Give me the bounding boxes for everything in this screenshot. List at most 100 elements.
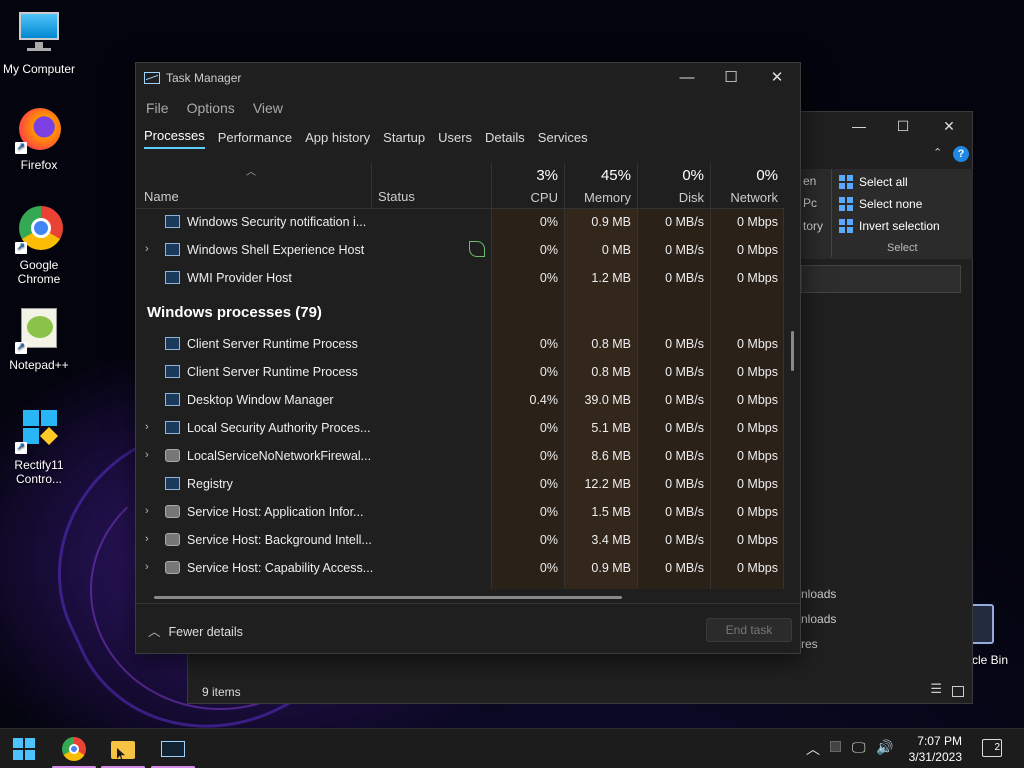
group-header-windows-processes[interactable]: Windows processes (79) [147,304,322,321]
tiles-view-icon[interactable] [952,686,964,697]
process-mem-value: 0.8 MB [591,365,631,379]
close-button[interactable]: ✕ [754,67,800,89]
column-disk[interactable]: 0% Disk [637,163,710,209]
table-row[interactable]: Client Server Runtime Process 0% 0.8 MB 0 M… [136,330,784,358]
service-gear-icon [165,449,180,462]
notification-center-icon[interactable]: 2 [982,739,1002,757]
table-row[interactable]: › Service Host: Capability Access... 0% 0.9… [136,554,784,582]
table-row[interactable]: WMI Provider Host 0% 1.2 MB 0 MB/s 0 Mbps [136,264,784,292]
chevron-right-icon[interactable]: › [145,449,149,461]
details-view-icon[interactable]: ☰ [930,681,942,697]
system-clock[interactable]: 7:07 PM 3/31/2023 [909,733,962,765]
table-row[interactable]: › Windows Shell Experience Host 0% 0 MB 0 MB… [136,236,784,264]
table-row[interactable]: Windows Security notification i... 0% 0.9 … [136,209,784,236]
minimize-button[interactable]: — [664,67,710,89]
nav-item[interactable]: nloads [801,582,836,607]
desktop-icon-notepadpp[interactable]: ↗ Notepad++ [1,306,77,372]
process-mem-value: 0.9 MB [591,561,631,575]
column-name[interactable]: Name [144,189,179,204]
chevron-right-icon[interactable]: › [145,421,149,433]
process-icon [165,365,180,378]
folder-icon [111,741,135,759]
taskbar-chrome[interactable] [62,737,86,761]
service-gear-icon [165,533,180,546]
chevron-right-icon[interactable]: › [145,533,149,545]
process-net-value: 0 Mbps [737,561,778,575]
network-icon[interactable]: 🖵 [852,739,866,756]
tab-users[interactable]: Users [438,130,472,149]
process-disk-value: 0 MB/s [665,337,704,351]
taskbar: ︿ 🖵 🔊 7:07 PM 3/31/2023 2 [0,728,1024,768]
shortcut-arrow-icon: ↗ [15,142,27,154]
column-network[interactable]: 0% Network [710,163,784,209]
desktop-icon-label: My Computer [2,62,76,76]
table-row[interactable]: › LocalServiceNoNetworkFirewal... 0% 8.6 MB… [136,442,784,470]
start-button[interactable] [12,737,36,761]
table-row[interactable]: › Service Host: Application Infor... 0% 1.5… [136,498,784,526]
table-row[interactable]: Desktop Window Manager 0.4% 39.0 MB 0 MB/s 0… [136,386,784,414]
process-cpu-value: 0.4% [529,393,559,407]
fewer-details-button[interactable]: ︿ Fewer details [148,621,243,640]
desktop-icon-my-computer[interactable]: My Computer [1,10,77,76]
show-hidden-icons-button[interactable]: ︿ [806,739,820,759]
invert-selection-button[interactable]: Invert selection [801,215,973,237]
menu-file[interactable]: File [146,100,169,116]
select-none-button[interactable]: Select none [801,193,973,215]
help-icon[interactable]: ? [953,146,969,162]
tab-performance[interactable]: Performance [218,130,292,149]
column-memory[interactable]: 45% Memory [564,163,637,209]
select-all-button[interactable]: Select all [801,171,973,193]
explorer-maximize-button[interactable]: ☐ [880,118,926,135]
vertical-scrollbar[interactable] [791,331,794,371]
taskbar-task-manager[interactable] [161,737,185,761]
desktop-icon-firefox[interactable]: ↗ Firefox [1,106,77,172]
chrome-center [69,744,79,754]
column-cpu[interactable]: 3% CPU [491,163,564,209]
chevron-right-icon[interactable]: › [145,505,149,517]
column-status[interactable]: Status [378,189,415,204]
efficiency-mode-leaf-icon [469,241,485,257]
ribbon-collapse-icon[interactable]: ⌃ [933,146,942,159]
chevron-right-icon[interactable]: › [145,243,149,255]
process-icon [165,421,180,434]
menu-view[interactable]: View [253,100,283,116]
table-row[interactable]: Registry 0% 12.2 MB 0 MB/s 0 Mbps [136,470,784,498]
table-row[interactable]: Client Server Runtime Process 0% 0.8 MB 0 M… [136,358,784,386]
desktop-icon-rectify11[interactable]: ↗ Rectify11 Contro... [1,406,77,486]
maximize-button[interactable]: ☐ [708,67,754,89]
process-net-value: 0 Mbps [737,449,778,463]
tab-services[interactable]: Services [538,130,588,149]
end-task-button[interactable]: End task [706,618,792,642]
explorer-minimize-button[interactable]: — [836,118,882,134]
process-disk-value: 0 MB/s [665,533,704,547]
explorer-close-button[interactable]: ✕ [926,118,972,135]
nav-item[interactable]: nloads [801,607,836,632]
tab-processes[interactable]: Processes [144,128,205,149]
desktop-icon-google-chrome[interactable]: ↗ Google Chrome [1,206,77,286]
table-row[interactable]: › Service Host: Background Intell... 0% 3.4… [136,526,784,554]
process-name: Client Server Runtime Process [187,365,358,379]
table-row[interactable]: › Local Security Authority Proces... 0% 5.1… [136,414,784,442]
horizontal-scrollbar[interactable] [154,596,622,599]
task-manager-window[interactable]: Task Manager — ☐ ✕ File Options View Pro… [135,62,801,654]
window-title: Task Manager [166,71,242,85]
chevron-right-icon[interactable]: › [145,561,149,573]
sort-arrow-icon: ︿ [246,167,256,178]
process-name: Windows Shell Experience Host [187,243,365,257]
process-cpu-value: 0% [539,271,558,285]
nav-item[interactable]: res [801,632,836,657]
process-list[interactable]: Windows Security notification i... 0% 0.9 … [136,209,784,589]
process-icon [165,215,180,228]
menu-options[interactable]: Options [187,100,235,116]
tray-app-icon[interactable] [830,741,841,752]
tab-startup[interactable]: Startup [383,130,425,149]
desktop-icon-label: Rectify11 Contro... [14,458,64,486]
volume-icon[interactable]: 🔊 [876,739,893,756]
select-none-icon [839,197,853,211]
select-none-label: Select none [859,197,923,211]
process-cpu-value: 0% [539,365,558,379]
tab-app-history[interactable]: App history [305,130,370,149]
taskbar-file-explorer[interactable] [111,737,135,761]
tab-details[interactable]: Details [485,130,525,149]
search-box[interactable] [801,265,961,293]
